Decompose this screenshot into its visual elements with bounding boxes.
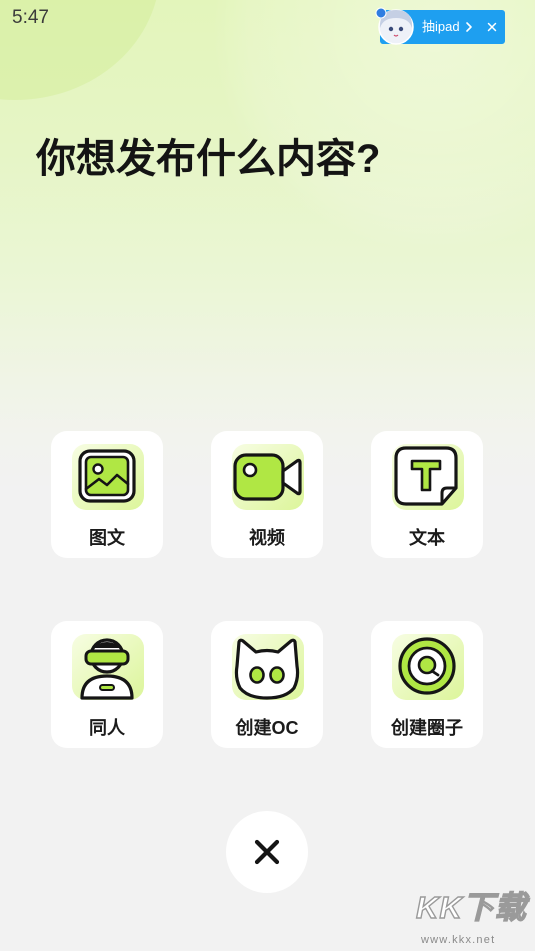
close-icon[interactable] — [487, 22, 497, 32]
option-fan-work[interactable]: 同人 — [51, 621, 163, 748]
text-icon — [392, 444, 464, 510]
option-label: 视频 — [249, 528, 285, 548]
option-label: 同人 — [89, 718, 125, 738]
option-label: 文本 — [409, 528, 445, 548]
circle-chat-icon — [392, 634, 464, 700]
close-button[interactable] — [226, 811, 308, 893]
option-video[interactable]: 视频 — [211, 431, 323, 558]
option-create-circle[interactable]: 创建圈子 — [371, 621, 483, 748]
publish-options-grid: 图文 视频 文本 同人 创建OC 创建圈子 — [51, 431, 483, 748]
watermark-brand: KK下载 — [415, 889, 527, 925]
page-title: 你想发布什么内容? — [36, 137, 381, 181]
option-create-oc[interactable]: 创建OC — [211, 621, 323, 748]
status-time: 5:47 — [12, 7, 49, 28]
avatar[interactable] — [375, 4, 417, 46]
option-text[interactable]: 文本 — [371, 431, 483, 558]
option-label: 创建OC — [235, 718, 299, 738]
option-image-text[interactable]: 图文 — [51, 431, 163, 558]
option-label: 创建圈子 — [391, 718, 463, 738]
video-camera-icon — [232, 444, 304, 510]
watermark-url: www.kkx.net — [421, 934, 496, 946]
image-icon — [72, 444, 144, 510]
close-icon[interactable] — [253, 838, 281, 866]
cat-face-icon — [232, 634, 304, 700]
option-label: 图文 — [89, 528, 125, 548]
promo-banner-label[interactable]: 抽ipad — [422, 10, 460, 44]
chevron-right-icon[interactable] — [465, 21, 473, 33]
vr-person-icon — [72, 634, 144, 700]
